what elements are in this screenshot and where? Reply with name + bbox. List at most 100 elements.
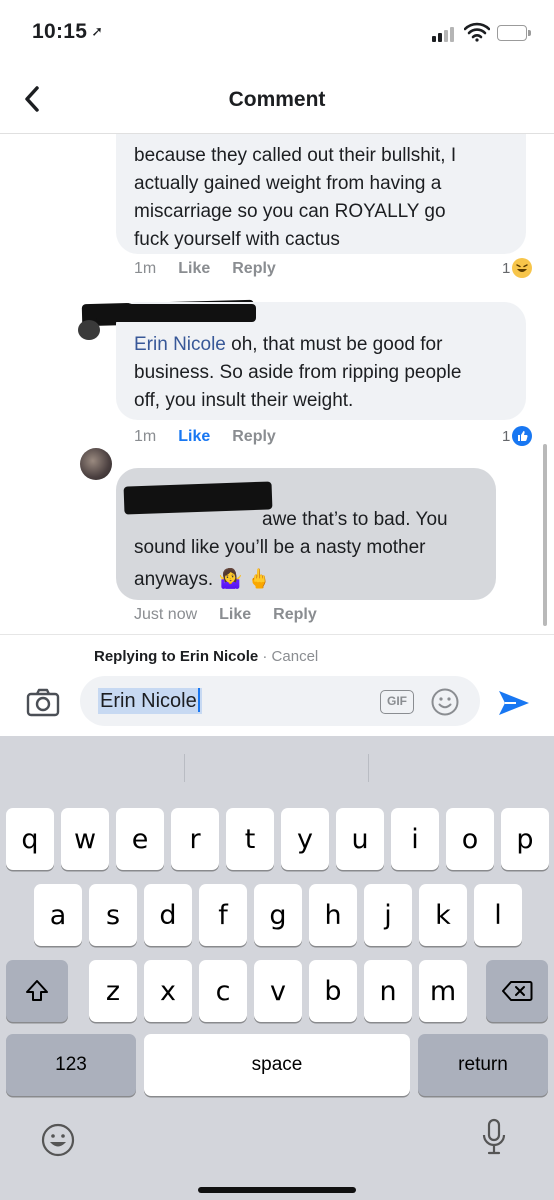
key-a[interactable]: a <box>34 884 82 946</box>
reaction-summary-2[interactable]: 1 <box>502 426 533 446</box>
mention-link[interactable]: Erin Nicole <box>134 334 226 355</box>
comment-text-line: miscarriage so you can ROYALLY go <box>134 201 446 222</box>
like-link[interactable]: Like <box>178 428 210 446</box>
key-o[interactable]: o <box>446 808 494 870</box>
replying-name: Erin Nicole <box>179 648 259 665</box>
nav-bar: Comment <box>0 66 554 134</box>
delete-key[interactable] <box>486 960 548 1022</box>
reply-link[interactable]: Reply <box>232 428 276 446</box>
reaction-summary-1[interactable]: 1 <box>502 258 533 278</box>
like-link[interactable]: Like <box>219 606 251 624</box>
reply-link[interactable]: Reply <box>232 260 276 278</box>
key-t[interactable]: t <box>226 808 274 870</box>
key-s[interactable]: s <box>89 884 137 946</box>
comment-text-segment: awe that’s to bad. You <box>262 509 448 530</box>
key-q[interactable]: q <box>6 808 54 870</box>
emoji-keyboard-icon[interactable] <box>40 1122 76 1158</box>
comment-text-line: actually gained weight from having a <box>134 173 442 194</box>
key-e[interactable]: e <box>116 808 164 870</box>
comment-input-value: Erin Nicole <box>98 688 202 714</box>
comment-text-line: Erin Nicole oh, that must be good for <box>134 331 508 359</box>
comment-text-line: business. So aside from ripping people <box>134 362 462 383</box>
key-h[interactable]: h <box>309 884 357 946</box>
key-p[interactable]: p <box>501 808 549 870</box>
smiley-icon[interactable] <box>430 687 460 717</box>
comment-input[interactable]: Erin Nicole GIF <box>80 676 480 726</box>
comment-input-text: Erin Nicole <box>100 690 197 712</box>
shift-key[interactable] <box>6 960 68 1022</box>
comment-text-line: anyways. 🤷‍♀️ 🖕 <box>134 569 272 590</box>
comment-text-line: off, you insult their weight. <box>134 390 354 411</box>
camera-icon[interactable] <box>26 687 60 717</box>
key-u[interactable]: u <box>336 808 384 870</box>
comment-composer: Erin Nicole GIF <box>0 674 554 736</box>
key-r[interactable]: r <box>171 808 219 870</box>
cancel-reply-button[interactable]: Cancel <box>272 648 319 665</box>
key-d[interactable]: d <box>144 884 192 946</box>
key-y[interactable]: y <box>281 808 329 870</box>
key-c[interactable]: c <box>199 960 247 1022</box>
comment-text-line: because they called out their bullshit, … <box>134 145 457 166</box>
comment-text-line: fuck yourself with cactus <box>134 229 340 250</box>
key-x[interactable]: x <box>144 960 192 1022</box>
key-b[interactable]: b <box>309 960 357 1022</box>
reaction-count: 1 <box>502 259 511 277</box>
text-caret <box>197 688 200 712</box>
like-thumb-icon <box>512 426 533 446</box>
keyboard: q w e r t y u i o p a s d f g h j k l z … <box>0 736 554 1200</box>
key-f[interactable]: f <box>199 884 247 946</box>
backspace-icon <box>502 981 533 1001</box>
comment-actions-3: Just now Like Reply <box>134 606 317 624</box>
cell-signal-icon <box>432 26 458 42</box>
comment-time: 1m <box>134 428 157 445</box>
divider <box>368 754 369 782</box>
comment-text-segment: oh, that must be good for <box>225 334 443 355</box>
key-v[interactable]: v <box>254 960 302 1022</box>
key-z[interactable]: z <box>89 960 137 1022</box>
key-g[interactable]: g <box>254 884 302 946</box>
comment-bubble-1: because they called out their bullshit, … <box>116 134 526 254</box>
send-icon[interactable] <box>496 688 532 718</box>
status-bar: 10:15 ➚ <box>0 0 554 66</box>
microphone-icon[interactable] <box>482 1118 506 1158</box>
key-j[interactable]: j <box>364 884 412 946</box>
redacted-name-bar <box>123 481 273 515</box>
reply-link[interactable]: Reply <box>273 606 317 624</box>
scrollbar[interactable] <box>543 444 547 626</box>
redacted-name-bar <box>96 304 256 322</box>
divider <box>184 754 185 782</box>
return-key[interactable]: return <box>418 1034 548 1096</box>
predictive-text-bar <box>0 736 554 798</box>
clock-time: 10:15 <box>32 20 88 43</box>
avatar <box>80 448 112 480</box>
key-m[interactable]: m <box>419 960 467 1022</box>
comment-time: 1m <box>134 260 157 277</box>
location-arrow-icon: ➚ <box>91 23 104 39</box>
haha-emoji-icon <box>512 258 533 278</box>
comment-time: Just now <box>134 606 198 623</box>
comment-actions-2: 1m Like Reply <box>134 428 276 446</box>
shift-icon <box>26 980 48 1001</box>
replying-banner: Replying to Erin Nicole · Cancel <box>0 634 554 674</box>
replying-text: Replying to Erin Nicole · Cancel <box>94 648 318 665</box>
key-w[interactable]: w <box>61 808 109 870</box>
key-i[interactable]: i <box>391 808 439 870</box>
page-title: Comment <box>228 88 326 111</box>
wifi-icon <box>464 22 490 42</box>
key-n[interactable]: n <box>364 960 412 1022</box>
avatar <box>78 320 100 340</box>
comment-thread: because they called out their bullshit, … <box>0 134 554 634</box>
replying-separator: · <box>258 648 272 665</box>
like-link[interactable]: Like <box>178 260 210 278</box>
numbers-key[interactable]: 123 <box>6 1034 136 1096</box>
replying-prefix: Replying to <box>94 648 180 665</box>
space-key[interactable]: space <box>144 1034 410 1096</box>
status-time: 10:15 ➚ <box>32 20 103 44</box>
gif-button[interactable]: GIF <box>380 690 414 714</box>
comment-actions-1: 1m Like Reply <box>134 260 276 278</box>
home-indicator[interactable] <box>198 1187 356 1193</box>
key-l[interactable]: l <box>474 884 522 946</box>
key-k[interactable]: k <box>419 884 467 946</box>
comment-text-line: sound like you’ll be a nasty mother <box>134 537 426 558</box>
reaction-count: 1 <box>502 427 511 445</box>
